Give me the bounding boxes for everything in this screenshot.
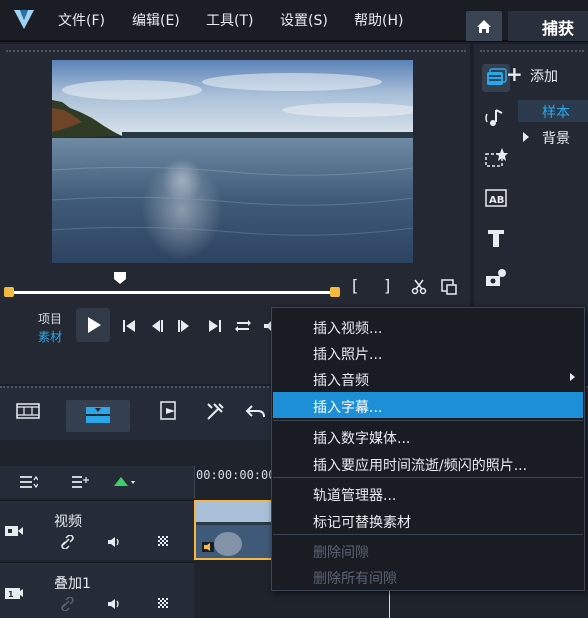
menu-insert-subtitle[interactable]: 插入字幕... (273, 392, 583, 418)
tab-capture[interactable]: 捕获 (508, 11, 588, 41)
record-capture-icon[interactable] (158, 400, 182, 422)
svg-text:1: 1 (8, 590, 14, 599)
scrubber-head-icon[interactable] (113, 271, 127, 285)
split-clip-scissors-icon[interactable] (410, 278, 428, 296)
mark-out-button[interactable]: ] (384, 276, 390, 295)
menu-settings[interactable]: 设置(S) (280, 10, 328, 30)
previous-frame-icon[interactable] (148, 318, 166, 334)
audio-icon[interactable] (482, 104, 510, 132)
add-label: 添加 (530, 69, 558, 85)
mode-project-label[interactable]: 项目 (38, 310, 62, 327)
video-preview (52, 60, 413, 263)
menu-insert-digital-media[interactable]: 插入数字媒体... (273, 423, 583, 449)
text-icon[interactable] (482, 224, 510, 252)
go-to-end-icon[interactable] (206, 318, 224, 334)
menu-separator (273, 477, 583, 478)
play-icon (88, 317, 101, 333)
filter-icon[interactable] (482, 264, 510, 292)
menu-separator (273, 420, 583, 421)
play-button[interactable] (76, 308, 110, 342)
menu-tools[interactable]: 工具(T) (206, 10, 253, 30)
app-logo-icon[interactable] (12, 7, 36, 31)
add-folder-button[interactable]: + 添加 (506, 62, 558, 86)
chapter-marker-icon[interactable] (112, 474, 136, 490)
menu-insert-timelapse-photos[interactable]: 插入要应用时间流逝/频闪的照片... (273, 450, 583, 476)
ripple-grid-icon[interactable] (156, 535, 172, 549)
menu-insert-audio-label: 插入音频 (313, 373, 369, 389)
home-icon (477, 20, 491, 33)
timeline-track-controls (0, 466, 194, 498)
menu-delete-gap: 删除间隙 (313, 545, 369, 561)
timeline-view-icon (86, 407, 110, 423)
link-icon[interactable] (60, 535, 76, 549)
video-track-name: 视频 (54, 514, 82, 530)
tools-icon[interactable] (204, 400, 228, 422)
next-frame-icon[interactable] (175, 318, 193, 334)
menu-edit[interactable]: 编辑(E) (132, 10, 180, 30)
undo-icon[interactable] (244, 400, 268, 422)
trim-start-handle[interactable] (4, 287, 14, 297)
menu-insert-video[interactable]: 插入视频... (273, 313, 583, 339)
video-clip[interactable] (194, 500, 274, 560)
home-button[interactable] (466, 11, 502, 41)
library-folder-background[interactable]: 背景 (523, 128, 570, 148)
menu-file[interactable]: 文件(F) (58, 10, 105, 30)
storyboard-view-icon[interactable] (16, 400, 40, 422)
menu-track-manager[interactable]: 轨道管理器... (273, 480, 583, 506)
title-ab-icon[interactable]: AB (482, 184, 510, 212)
mode-clip-label[interactable]: 素材 (38, 328, 62, 345)
speaker-icon[interactable] (106, 535, 122, 549)
link-icon[interactable] (60, 597, 76, 611)
menu-insert-photo[interactable]: 插入照片... (273, 339, 583, 365)
track-list-icon[interactable] (18, 474, 38, 490)
video-track-header[interactable]: 视频 (0, 500, 194, 560)
menu-delete-all-gaps: 删除所有间隙 (313, 571, 397, 587)
speaker-icon[interactable] (106, 597, 122, 611)
repeat-icon[interactable] (234, 318, 252, 334)
clip-thumbnail (196, 502, 272, 558)
timeline-view-button[interactable] (66, 400, 130, 432)
submenu-arrow-icon (570, 373, 575, 381)
go-to-start-icon[interactable] (120, 318, 138, 334)
panel-grip[interactable] (480, 50, 584, 52)
tab-capture-label: 捕获 (542, 19, 575, 38)
ripple-grid-icon[interactable] (156, 597, 172, 611)
library-folder-samples-label: 样本 (542, 105, 570, 121)
trim-bar-track (8, 291, 336, 294)
mark-in-button[interactable]: [ (352, 276, 358, 295)
overlay-track-header[interactable]: 1 叠加1 (0, 562, 194, 618)
panel-grip[interactable] (6, 50, 466, 52)
enlarge-preview-icon[interactable] (440, 278, 458, 296)
plus-icon: + (506, 62, 523, 86)
video-track-icon (5, 526, 23, 536)
library-folder-background-label: 背景 (542, 131, 570, 147)
transition-icon[interactable] (482, 144, 510, 172)
timeline-context-menu: 插入视频... 插入照片... 插入音频 插入字幕... 插入数字媒体... 插… (271, 307, 585, 591)
trim-bar[interactable] (4, 287, 340, 297)
trim-end-handle[interactable] (330, 287, 340, 297)
library-folder-samples[interactable]: 样本 (518, 100, 588, 122)
expand-arrow-icon[interactable] (523, 132, 529, 142)
menu-separator (273, 534, 583, 535)
timeline-timecode: 00:00:00:00 (196, 468, 276, 482)
overlay-track-icon: 1 (5, 588, 23, 599)
menu-help[interactable]: 帮助(H) (354, 10, 403, 30)
menu-bar: 文件(F) 编辑(E) 工具(T) 设置(S) 帮助(H) 捕获 (0, 0, 588, 42)
menu-insert-audio[interactable]: 插入音频 (273, 365, 583, 391)
svg-text:AB: AB (489, 195, 504, 206)
overlay-track-name: 叠加1 (54, 576, 91, 592)
menu-mark-replaceable-clip[interactable]: 标记可替换素材 (273, 507, 583, 533)
track-manager-icon[interactable] (70, 474, 90, 490)
